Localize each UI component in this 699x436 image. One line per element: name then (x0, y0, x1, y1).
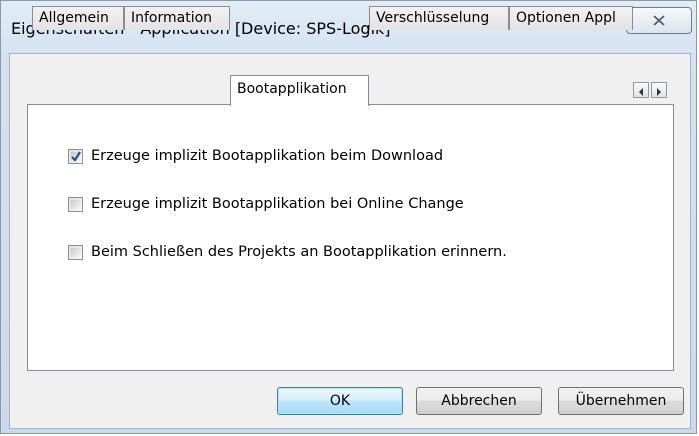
tab-label: Allgemein (39, 10, 109, 26)
checkmark-icon (71, 150, 81, 162)
option-online-change[interactable]: Erzeuge implizit Bootapplikation bei Onl… (68, 196, 464, 212)
tab-scroll-right-button[interactable] (651, 82, 667, 98)
option-label: Beim Schließen des Projekts an Bootappli… (91, 244, 507, 260)
tab-label: Optionen Appl (516, 10, 616, 26)
tab-bootapplikation[interactable]: Bootapplikation (230, 75, 369, 106)
option-download[interactable]: Erzeuge implizit Bootapplikation beim Do… (68, 148, 443, 164)
apply-button[interactable]: Übernehmen (558, 387, 684, 415)
checkbox-online-change[interactable] (68, 196, 83, 212)
option-label: Erzeuge implizit Bootapplikation bei Onl… (91, 196, 464, 212)
tab-panel-bootapplikation (27, 104, 674, 371)
checkbox-remind-on-close[interactable] (68, 244, 83, 260)
tab-allgemein[interactable]: Allgemein (32, 6, 124, 30)
tab-scroll-left-button[interactable] (633, 82, 649, 98)
checkbox-download[interactable] (68, 148, 83, 164)
close-button[interactable] (626, 7, 692, 34)
tab-label: Information (131, 10, 213, 26)
tab-optionen-appl[interactable]: Optionen Appl (509, 6, 633, 30)
arrow-right-icon (656, 81, 662, 100)
option-remind-on-close[interactable]: Beim Schließen des Projekts an Bootappli… (68, 244, 507, 260)
tab-information[interactable]: Information (124, 6, 230, 30)
close-icon (653, 15, 665, 26)
ok-button[interactable]: OK (277, 387, 403, 415)
tab-label: Verschlüsselung (376, 10, 490, 26)
arrow-left-icon (638, 81, 644, 100)
tab-verschluesselung[interactable]: Verschlüsselung (369, 6, 509, 30)
option-label: Erzeuge implizit Bootapplikation beim Do… (91, 148, 444, 164)
tab-label: Bootapplikation (237, 81, 347, 97)
cancel-button[interactable]: Abbrechen (416, 387, 542, 415)
